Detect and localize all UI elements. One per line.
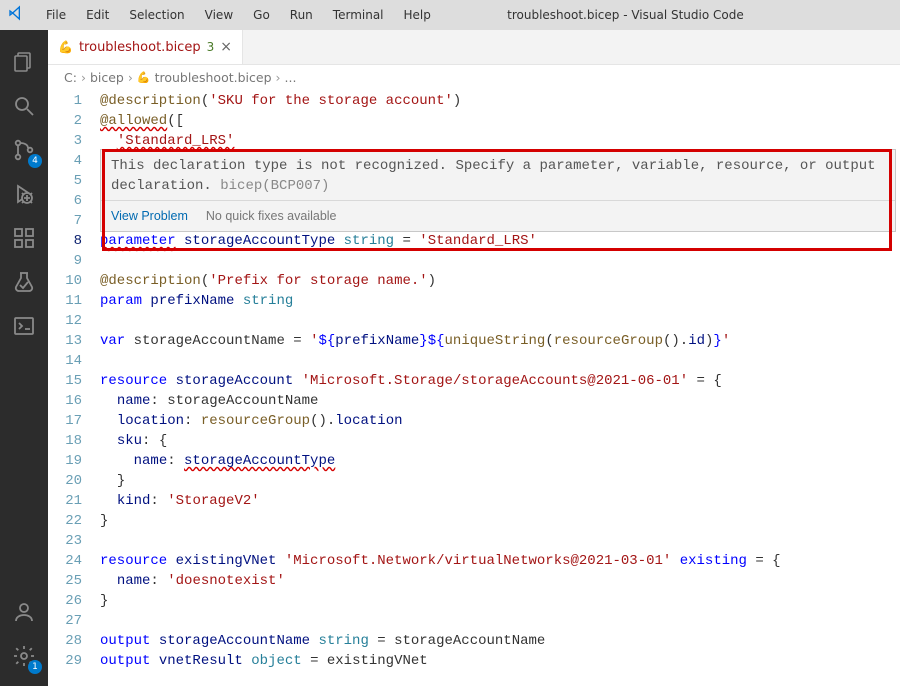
code-lines[interactable]: @description('SKU for the storage accoun… bbox=[100, 89, 900, 671]
bicep-file-icon: 💪 bbox=[58, 40, 73, 54]
menu-edit[interactable]: Edit bbox=[78, 5, 117, 25]
titlebar: File Edit Selection View Go Run Terminal… bbox=[0, 0, 900, 30]
accounts-icon[interactable] bbox=[0, 590, 48, 634]
problem-code: bicep(BCP007) bbox=[220, 178, 329, 194]
extensions-icon[interactable] bbox=[0, 216, 48, 260]
crumb-more[interactable]: ... bbox=[285, 70, 297, 85]
search-icon[interactable] bbox=[0, 84, 48, 128]
tab-filename: troubleshoot.bicep bbox=[79, 40, 201, 55]
editor-tabs: 💪 troubleshoot.bicep 3 × bbox=[48, 30, 900, 65]
settings-badge: 1 bbox=[28, 660, 42, 674]
menu-bar: File Edit Selection View Go Run Terminal… bbox=[38, 5, 439, 25]
vscode-logo-icon bbox=[8, 5, 24, 25]
menu-view[interactable]: View bbox=[197, 5, 241, 25]
view-problem-link[interactable]: View Problem bbox=[111, 206, 188, 226]
activity-bar: 4 1 bbox=[0, 30, 48, 686]
menu-help[interactable]: Help bbox=[396, 5, 439, 25]
menu-terminal[interactable]: Terminal bbox=[325, 5, 392, 25]
menu-go[interactable]: Go bbox=[245, 5, 278, 25]
run-debug-icon[interactable] bbox=[0, 172, 48, 216]
explorer-icon[interactable] bbox=[0, 40, 48, 84]
terminal-panel-icon[interactable] bbox=[0, 304, 48, 348]
line-gutter: 123 456 789 101112 131415 161718 192021 … bbox=[48, 89, 100, 671]
breadcrumb[interactable]: C: › bicep › 💪 troubleshoot.bicep › ... bbox=[48, 65, 900, 89]
scm-badge: 4 bbox=[28, 154, 42, 168]
settings-gear-icon[interactable]: 1 bbox=[0, 634, 48, 678]
source-control-icon[interactable]: 4 bbox=[0, 128, 48, 172]
crumb-folder[interactable]: bicep bbox=[90, 70, 124, 85]
crumb-file[interactable]: troubleshoot.bicep bbox=[155, 70, 272, 85]
crumb-root[interactable]: C: bbox=[64, 70, 77, 85]
editor-area[interactable]: 123 456 789 101112 131415 161718 192021 … bbox=[48, 89, 900, 686]
tab-problem-count: 3 bbox=[207, 40, 215, 54]
menu-file[interactable]: File bbox=[38, 5, 74, 25]
chevron-right-icon: › bbox=[81, 70, 86, 85]
problem-hover: This declaration type is not recognized.… bbox=[100, 149, 896, 232]
menu-selection[interactable]: Selection bbox=[121, 5, 192, 25]
bicep-file-icon: 💪 bbox=[137, 71, 151, 84]
menu-run[interactable]: Run bbox=[282, 5, 321, 25]
window-title: troubleshoot.bicep - Visual Studio Code bbox=[439, 8, 812, 22]
no-quickfix-label: No quick fixes available bbox=[206, 206, 337, 226]
testing-icon[interactable] bbox=[0, 260, 48, 304]
chevron-right-icon: › bbox=[276, 70, 281, 85]
chevron-right-icon: › bbox=[128, 70, 133, 85]
tab-troubleshoot[interactable]: 💪 troubleshoot.bicep 3 × bbox=[48, 30, 243, 64]
close-icon[interactable]: × bbox=[220, 39, 232, 55]
